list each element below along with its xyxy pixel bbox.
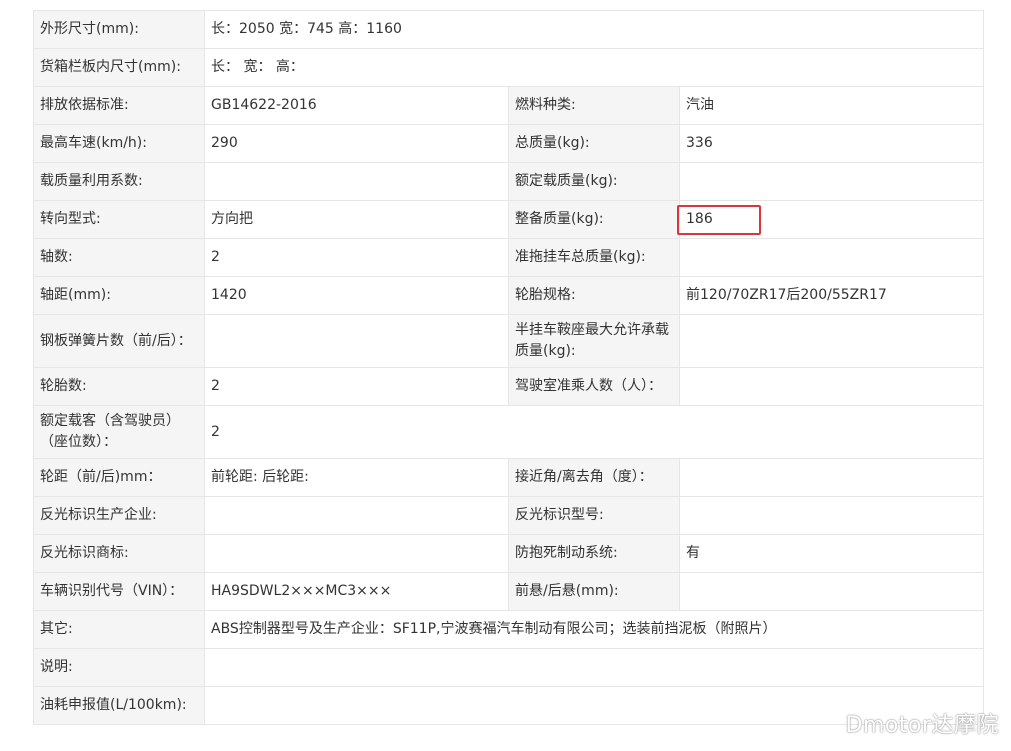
spec-value: GB14622-2016 — [204, 86, 509, 125]
table-row: 转向型式: 方向把 整备质量(kg): 186 — [33, 200, 985, 239]
table-row: 油耗申报值(L/100km): — [33, 686, 985, 725]
spec-value: HA9SDWL2×××MC3××× — [204, 572, 509, 611]
spec-label: 外形尺寸(mm): — [33, 10, 205, 49]
curb-weight-value: 186 — [678, 200, 985, 239]
spec-value — [678, 458, 985, 497]
spec-label: 轴距(mm): — [33, 276, 205, 315]
spec-value: 有 — [678, 534, 985, 573]
spec-label: 轮距（前/后)mm： — [33, 458, 205, 497]
spec-value: 长：2050 宽：745 高：1160 — [203, 10, 985, 49]
table-row: 外形尺寸(mm): 长：2050 宽：745 高：1160 — [33, 10, 985, 49]
table-row: 其它: ABS控制器型号及生产企业：SF11P,宁波赛福汽车制动有限公司；选装前… — [33, 610, 985, 649]
table-row: 轴距(mm): 1420 轮胎规格: 前120/70ZR17后200/55ZR1… — [33, 276, 985, 315]
spec-label: 反光标识型号: — [508, 496, 680, 535]
spec-value — [204, 162, 509, 201]
table-row: 轮距（前/后)mm： 前轮距: 后轮距: 接近角/离去角（度）： — [33, 458, 985, 497]
table-row: 反光标识商标: 防抱死制动系统: 有 — [33, 534, 985, 573]
spec-label: 排放依据标准: — [33, 86, 205, 125]
spec-value: 290 — [204, 124, 509, 163]
spec-label: 载质量利用系数: — [33, 162, 205, 201]
spec-value: ABS控制器型号及生产企业：SF11P,宁波赛福汽车制动有限公司；选装前挡泥板（… — [203, 610, 985, 649]
table-row: 额定载客（含驾驶员）（座位数）： 2 — [33, 405, 985, 459]
spec-label: 半挂车鞍座最大允许承载质量(kg): — [508, 314, 680, 368]
spec-label: 驾驶室准乘人数（人）： — [508, 367, 680, 406]
spec-label: 车辆识别代号（VIN）： — [33, 572, 205, 611]
spec-value: 1420 — [204, 276, 509, 315]
table-row: 车辆识别代号（VIN）： HA9SDWL2×××MC3××× 前悬/后悬(mm)… — [33, 572, 985, 611]
spec-value — [678, 162, 985, 201]
spec-label: 钢板弹簧片数（前/后）： — [33, 314, 205, 368]
spec-value — [204, 496, 509, 535]
spec-value — [204, 534, 509, 573]
spec-label: 转向型式: — [33, 200, 205, 239]
spec-label: 反光标识生产企业: — [33, 496, 205, 535]
watermark: Dmotor达摩院 — [845, 713, 999, 738]
spec-label: 接近角/离去角（度）： — [508, 458, 680, 497]
table-row: 排放依据标准: GB14622-2016 燃料种类: 汽油 — [33, 86, 985, 125]
spec-label: 轮胎数: — [33, 367, 205, 406]
spec-label: 总质量(kg): — [508, 124, 680, 163]
spec-value — [204, 314, 509, 368]
spec-value — [678, 238, 985, 277]
spec-label: 防抱死制动系统: — [508, 534, 680, 573]
spec-value — [678, 572, 985, 611]
spec-label: 说明: — [33, 648, 205, 687]
spec-value: 长： 宽： 高： — [203, 48, 985, 87]
spec-label: 整备质量(kg): — [508, 200, 680, 239]
spec-value: 2 — [203, 405, 985, 459]
table-row: 货箱栏板内尺寸(mm): 长： 宽： 高： — [33, 48, 985, 87]
spec-label: 燃料种类: — [508, 86, 680, 125]
spec-value: 前轮距: 后轮距: — [204, 458, 509, 497]
spec-label: 准拖挂车总质量(kg): — [508, 238, 680, 277]
spec-label: 反光标识商标: — [33, 534, 205, 573]
spec-value — [678, 496, 985, 535]
table-row: 说明: — [33, 648, 985, 687]
spec-value — [678, 367, 985, 406]
spec-value — [678, 314, 985, 368]
spec-value — [203, 648, 985, 687]
table-row: 轴数: 2 准拖挂车总质量(kg): — [33, 238, 985, 277]
spec-label: 最高车速(km/h): — [33, 124, 205, 163]
spec-value: 汽油 — [678, 86, 985, 125]
vehicle-spec-table: 外形尺寸(mm): 长：2050 宽：745 高：1160 货箱栏板内尺寸(mm… — [33, 10, 985, 725]
spec-label: 轮胎规格: — [508, 276, 680, 315]
spec-label: 额定载质量(kg): — [508, 162, 680, 201]
table-row: 轮胎数: 2 驾驶室准乘人数（人）： — [33, 367, 985, 406]
spec-value: 2 — [204, 367, 509, 406]
spec-value: 前120/70ZR17后200/55ZR17 — [678, 276, 985, 315]
spec-value: 方向把 — [204, 200, 509, 239]
spec-label: 货箱栏板内尺寸(mm): — [33, 48, 205, 87]
table-row: 载质量利用系数: 额定载质量(kg): — [33, 162, 985, 201]
spec-label: 前悬/后悬(mm): — [508, 572, 680, 611]
spec-value: 336 — [678, 124, 985, 163]
spec-label: 其它: — [33, 610, 205, 649]
spec-label: 油耗申报值(L/100km): — [33, 686, 205, 725]
spec-label: 轴数: — [33, 238, 205, 277]
table-row: 钢板弹簧片数（前/后）： 半挂车鞍座最大允许承载质量(kg): — [33, 314, 985, 368]
spec-value: 2 — [204, 238, 509, 277]
spec-label: 额定载客（含驾驶员）（座位数）： — [33, 405, 205, 459]
table-row: 最高车速(km/h): 290 总质量(kg): 336 — [33, 124, 985, 163]
table-row: 反光标识生产企业: 反光标识型号: — [33, 496, 985, 535]
